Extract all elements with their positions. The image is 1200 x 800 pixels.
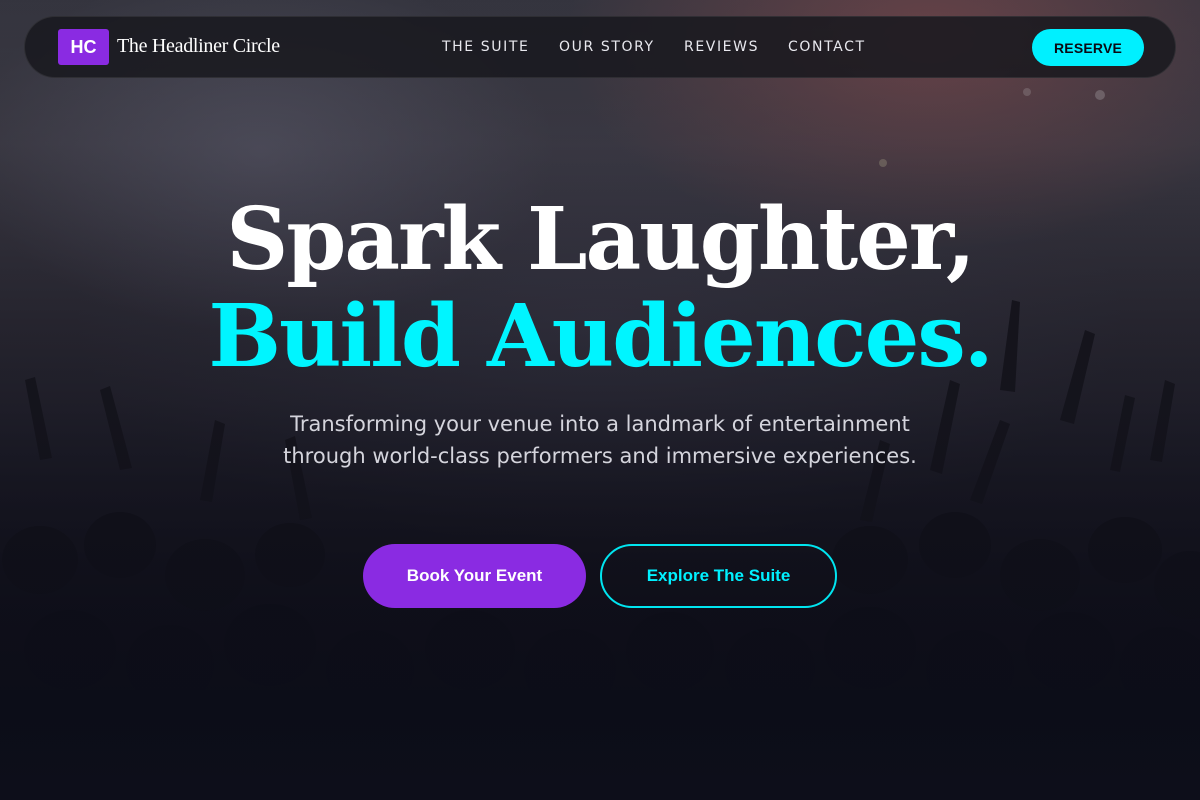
logo-badge[interactable]: HC — [58, 29, 109, 65]
hero-title-line-1: Spark Laughter, — [226, 189, 976, 290]
navbar: HC The Headliner Circle THE SUITE OUR ST… — [24, 16, 1176, 78]
hero-title-line-2: Build Audiences. — [208, 286, 993, 387]
explore-suite-button[interactable]: Explore The Suite — [600, 544, 837, 608]
brand-name[interactable]: The Headliner Circle — [117, 35, 280, 58]
hero-background-image — [0, 0, 1200, 800]
nav-item-our-story[interactable]: OUR STORY — [559, 39, 655, 55]
background-overlay — [0, 0, 1200, 800]
book-event-button[interactable]: Book Your Event — [363, 544, 586, 608]
nav-item-the-suite[interactable]: THE SUITE — [442, 39, 529, 55]
hero-subtitle: Transforming your venue into a landmark … — [283, 412, 917, 468]
nav-item-contact[interactable]: CONTACT — [788, 39, 866, 55]
nav-item-reviews[interactable]: REVIEWS — [684, 39, 759, 55]
reserve-button[interactable]: RESERVE — [1032, 29, 1144, 66]
